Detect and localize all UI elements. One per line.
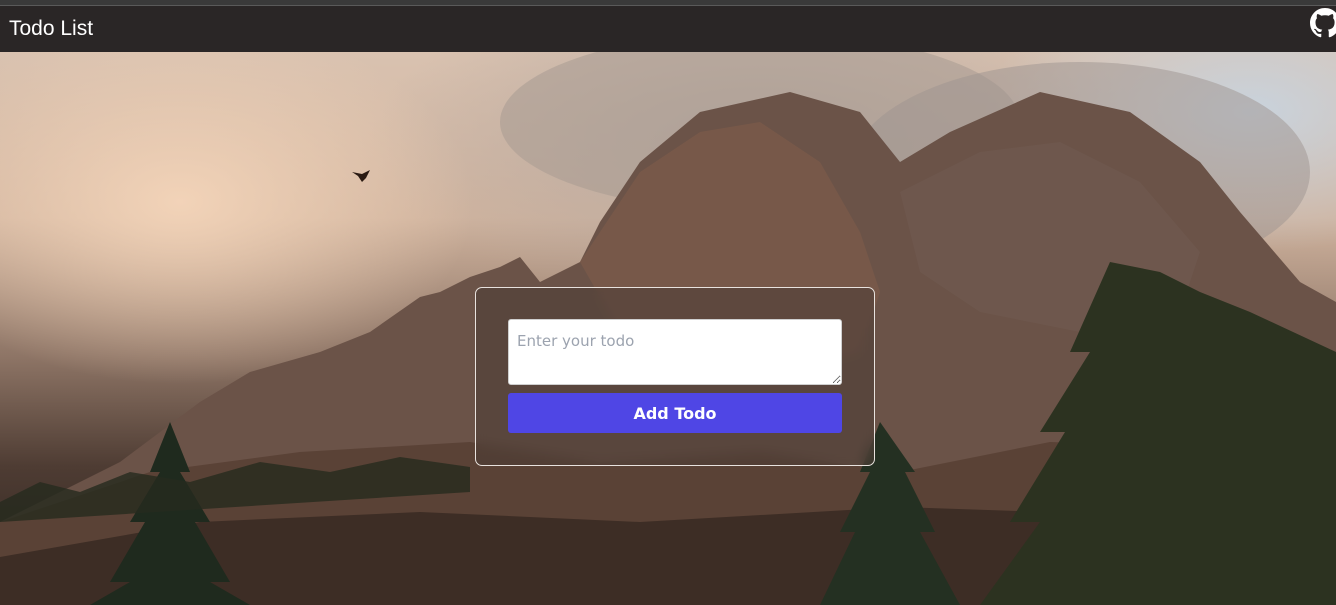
navbar: Todo List: [0, 6, 1336, 52]
github-icon[interactable]: [1310, 8, 1336, 38]
todo-input[interactable]: [508, 319, 842, 385]
add-todo-button[interactable]: Add Todo: [508, 393, 842, 433]
todo-form-card: Add Todo: [475, 287, 875, 466]
app-title: Todo List: [9, 17, 94, 40]
